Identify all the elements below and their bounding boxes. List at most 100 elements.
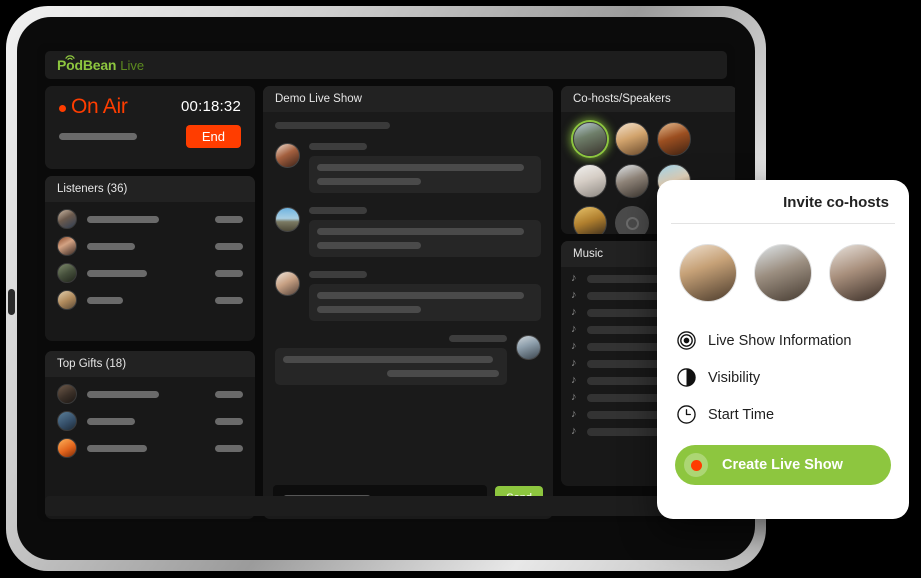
listeners-panel: Listeners (36) [45,176,255,341]
chat-message[interactable] [275,143,541,193]
tablet-screen: PodBean Live On Air 00:18:32 End Listene… [37,43,735,522]
logo-live-label: Live [120,57,145,73]
listeners-title: Listeners (36) [45,176,255,202]
option-label: Live Show Information [708,332,852,349]
half-circle-icon [677,368,696,387]
invite-cohosts-card: Invite co-hosts Live Show Information Vi… [657,180,909,519]
chat-text-line [283,356,493,363]
cohost-face-3[interactable] [829,244,887,302]
tablet-frame: PodBean Live On Air 00:18:32 End Listene… [6,6,766,571]
cohost-face-2[interactable] [754,244,812,302]
chat-message-body [309,271,541,321]
wifi-arc-icon [64,54,75,60]
list-item[interactable] [45,404,255,431]
cohost-avatar[interactable] [615,164,649,198]
option-start-time[interactable]: Start Time [675,396,891,433]
avatar [57,263,77,283]
option-live-show-information[interactable]: Live Show Information [675,322,891,359]
avatar [275,271,300,296]
avatar [275,207,300,232]
avatar [57,384,77,404]
on-air-panel: On Air 00:18:32 End [45,86,255,169]
tablet-side-button[interactable] [8,289,15,315]
top-gifts-title: Top Gifts (18) [45,351,255,377]
listener-value [215,269,243,277]
chat-message-list[interactable] [263,112,553,484]
music-note-icon: ♪ [571,323,577,335]
chat-message-body [309,207,541,257]
list-item[interactable] [45,283,255,310]
invite-faces-row[interactable] [675,224,891,322]
listener-value [215,296,243,304]
list-item[interactable] [45,256,255,283]
on-air-status-row: On Air 00:18:32 [45,86,255,117]
music-note-icon: ♪ [571,374,577,386]
option-label: Visibility [708,369,761,386]
listener-name [87,269,147,277]
chat-message[interactable] [275,207,541,257]
on-air-action-row: End [45,117,255,148]
chat-text-line [317,242,421,249]
avatar [57,209,77,229]
list-item[interactable] [45,431,255,458]
podbean-wordmark: PodBean [57,54,116,72]
cohost-avatar[interactable] [573,164,607,198]
cohost-avatar[interactable] [573,206,607,234]
cohost-avatar-active[interactable] [573,122,607,156]
music-note-icon: ♪ [571,289,577,301]
screenshot-stage: PodBean Live On Air 00:18:32 End Listene… [0,0,921,578]
cohost-avatar[interactable] [657,122,691,156]
on-air-timer: 00:18:32 [181,98,241,115]
music-note-icon: ♪ [571,272,577,284]
avatar [516,335,541,360]
listeners-list[interactable] [45,202,255,310]
chat-author-name [449,335,507,342]
chat-bubble [309,284,541,321]
listener-name [87,215,159,223]
gifter-name [87,444,147,452]
recording-dot-icon [59,105,66,112]
live-chat-panel: Demo Live Show [263,86,553,519]
top-gifts-list[interactable] [45,377,255,458]
music-note-icon: ♪ [571,340,577,352]
tablet-bezel: PodBean Live On Air 00:18:32 End Listene… [17,17,755,560]
podbean-logo[interactable]: PodBean Live [57,54,145,73]
add-cohost-icon[interactable] [615,206,649,234]
chat-message-own[interactable] [275,335,541,385]
gifter-name [87,390,159,398]
chat-author-name [309,271,367,278]
chat-text-line [317,178,421,185]
chat-text-line [317,306,421,313]
chat-text-line [317,292,525,299]
list-item[interactable] [45,229,255,256]
chat-author-name [309,207,367,214]
create-live-show-label: Create Live Show [722,457,843,473]
gifter-name [87,417,135,425]
chat-message[interactable] [275,271,541,321]
music-note-icon: ♪ [571,306,577,318]
top-gifts-panel: Top Gifts (18) [45,351,255,519]
create-live-show-button[interactable]: Create Live Show [675,445,891,485]
clock-icon [677,405,696,424]
app-header: PodBean Live [45,51,727,79]
option-visibility[interactable]: Visibility [675,359,891,396]
bottom-toolbar [45,496,727,516]
chat-bubble [275,348,507,385]
chat-text-line [317,164,525,171]
cohost-avatar[interactable] [615,122,649,156]
list-item[interactable] [45,202,255,229]
listener-value [215,242,243,250]
track-title [587,325,667,334]
gift-value [215,444,243,452]
chat-system-line [275,122,390,129]
chat-bubble [309,220,541,257]
listener-value [215,215,243,223]
target-rings-icon [677,331,696,350]
end-button[interactable]: End [185,125,241,148]
cohost-face-1[interactable] [679,244,737,302]
music-note-icon: ♪ [571,425,577,437]
chat-text-line [386,370,499,377]
avatar [57,236,77,256]
show-title-placeholder [59,133,137,140]
list-item[interactable] [45,377,255,404]
